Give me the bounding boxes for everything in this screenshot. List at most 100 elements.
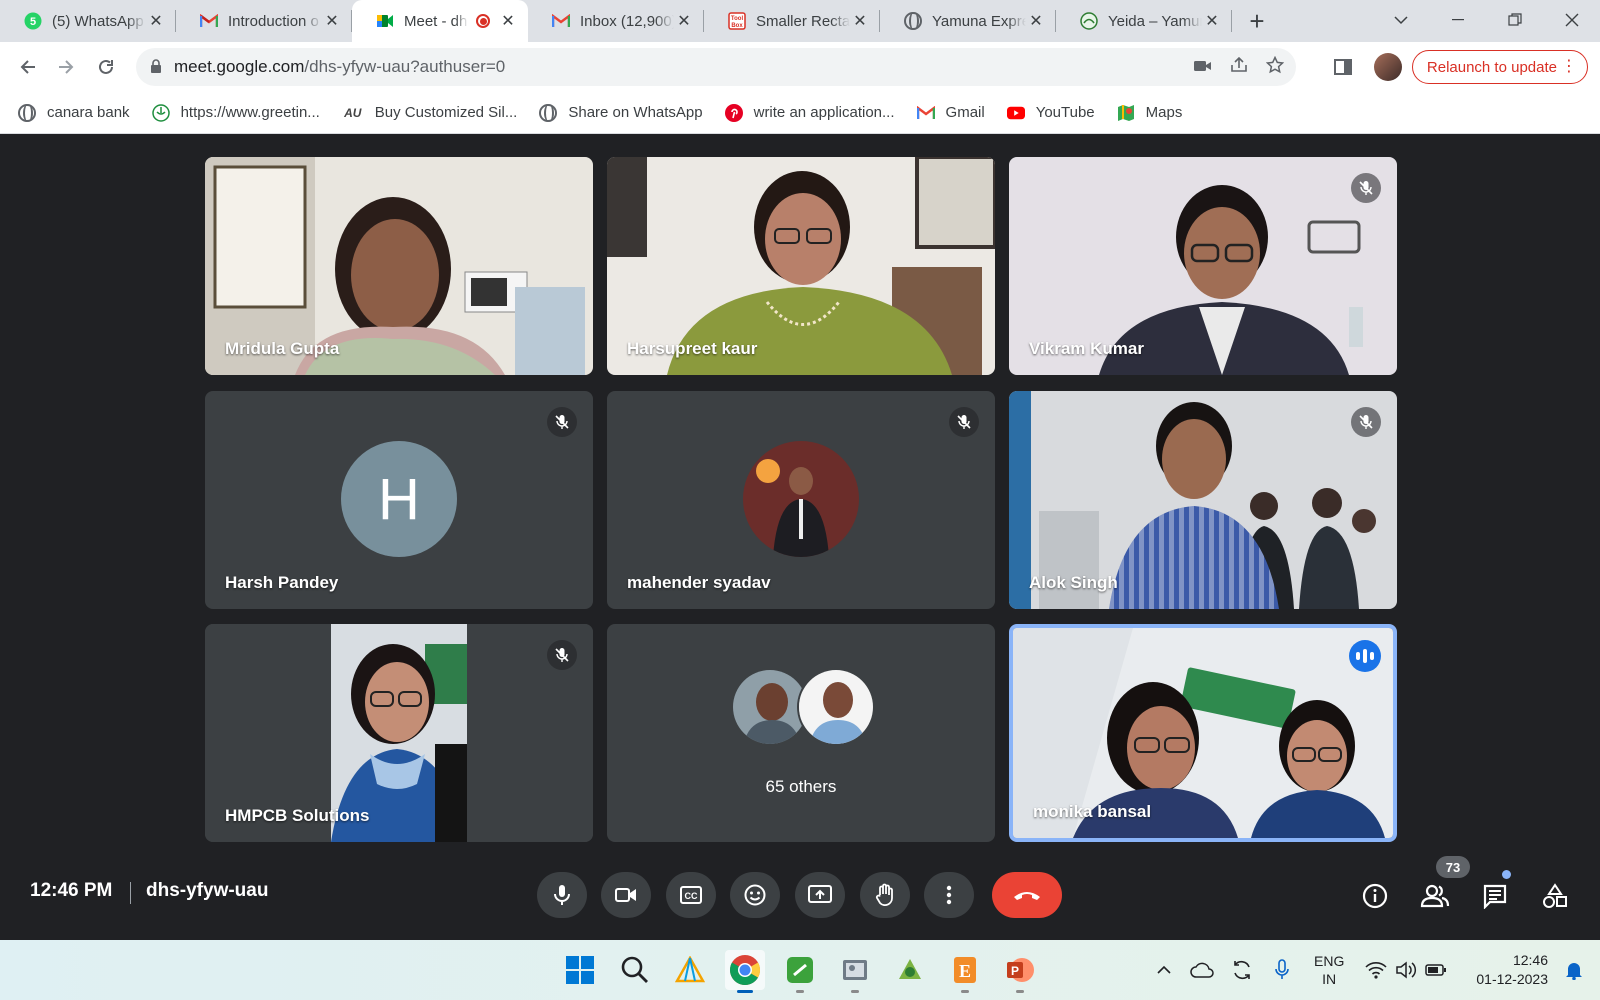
close-icon[interactable]: ✕ (498, 11, 518, 31)
speaker-icon (1396, 961, 1417, 979)
bell-icon (1566, 963, 1582, 980)
participant-tile-vikram-kumar[interactable]: Vikram Kumar (1009, 157, 1397, 375)
forward-button[interactable] (46, 47, 86, 87)
taskbar-search-button[interactable] (615, 950, 655, 990)
taskbar-chrome[interactable] (725, 950, 765, 993)
muted-mic-icon (547, 407, 577, 437)
bookmark-buy-customized[interactable]: AU Buy Customized Sil... (342, 104, 517, 122)
meeting-info-button[interactable] (1355, 876, 1395, 916)
chat-button[interactable] (1475, 876, 1515, 916)
gmail-icon (200, 12, 218, 30)
chevron-up-icon (1157, 965, 1171, 974)
reload-button[interactable] (86, 47, 126, 87)
restore-button[interactable] (1486, 0, 1543, 40)
svg-text:P: P (1011, 964, 1019, 978)
side-panel-icon[interactable] (1333, 59, 1352, 75)
taskbar-phone-app[interactable] (780, 950, 820, 993)
microphone-tray-icon[interactable] (1262, 950, 1302, 990)
sync-tray-icon[interactable] (1222, 950, 1262, 990)
present-screen-icon (808, 885, 832, 903)
microphone-button[interactable] (537, 872, 587, 918)
present-screen-button[interactable] (795, 872, 845, 918)
sync-icon (1234, 960, 1250, 980)
close-icon[interactable]: ✕ (322, 11, 342, 31)
muted-mic-icon (1351, 173, 1381, 203)
share-icon[interactable] (1230, 56, 1248, 78)
bookmark-gmail[interactable]: Gmail (916, 104, 985, 122)
bookmark-maps[interactable]: Maps (1117, 104, 1182, 122)
avatar-initial: H (341, 441, 457, 557)
bookmark-star-icon[interactable] (1265, 55, 1285, 79)
bookmark-share-whatsapp[interactable]: Share on WhatsApp (539, 103, 703, 122)
bookmark-label: Gmail (945, 104, 985, 121)
camera-in-use-icon[interactable] (1194, 57, 1212, 77)
tab-gmail-introduction[interactable]: Introduction o ✕ (176, 0, 352, 42)
tab-strip: 5 (5) WhatsApp ✕ Introduction o ✕ Meet -… (0, 0, 1600, 42)
onedrive-tray-icon[interactable] (1182, 950, 1222, 990)
minimize-button[interactable] (1429, 0, 1486, 40)
participant-tile-harsh-pandey[interactable]: H Harsh Pandey (205, 391, 593, 609)
tab-title: Yamuna Expre (932, 12, 1026, 30)
bookmark-write-application[interactable]: write an application... (724, 103, 895, 122)
more-menu-icon[interactable]: ⋮ (1561, 57, 1577, 77)
tab-google-meet[interactable]: Meet - dh ✕ (352, 0, 528, 42)
raise-hand-button[interactable] (860, 872, 910, 918)
svg-text:Box: Box (731, 23, 743, 29)
taskbar-app-drive[interactable] (670, 950, 710, 990)
system-clock[interactable]: 12:46 01-12-2023 (1466, 951, 1548, 989)
taskbar-photo-app[interactable] (835, 950, 875, 993)
camera-button[interactable] (601, 872, 651, 918)
activities-button[interactable] (1535, 876, 1575, 916)
profile-avatar[interactable] (1373, 53, 1402, 81)
captions-button[interactable]: CC (666, 872, 716, 918)
close-icon[interactable]: ✕ (674, 11, 694, 31)
close-icon[interactable]: ✕ (1026, 11, 1046, 31)
participant-tile-hmpcb-solutions[interactable]: HMPCB Solutions (205, 624, 593, 842)
participant-tile-mahender-syadav[interactable]: mahender syadav (607, 391, 995, 609)
close-icon[interactable]: ✕ (850, 11, 870, 31)
back-button[interactable] (8, 47, 48, 87)
people-button[interactable] (1415, 876, 1455, 916)
start-button[interactable] (560, 950, 600, 990)
new-tab-button[interactable]: + (1240, 4, 1274, 38)
relaunch-to-update-button[interactable]: Relaunch to update ⋮ (1411, 50, 1588, 84)
address-bar[interactable]: meet.google.com/dhs-yfyw-uau?authuser=0 (136, 48, 1296, 86)
tab-whatsapp[interactable]: 5 (5) WhatsApp ✕ (0, 0, 176, 42)
tab-smaller-rectangle[interactable]: Tool Box Smaller Rectan ✕ (704, 0, 880, 42)
tab-yamuna-expressway[interactable]: Yamuna Expre ✕ (880, 0, 1056, 42)
gmail-icon (916, 104, 935, 122)
participant-tile-mridula-gupta[interactable]: Mridula Gupta (205, 157, 593, 375)
participant-tile-monika-bansal[interactable]: monika bansal (1009, 624, 1397, 842)
close-icon[interactable]: ✕ (1202, 11, 1222, 31)
wifi-icon (1365, 962, 1387, 979)
pinterest-icon (724, 103, 743, 122)
others-tile[interactable]: 65 others (607, 624, 995, 842)
more-options-button[interactable] (924, 872, 974, 918)
lock-icon[interactable] (150, 58, 162, 76)
info-icon (1362, 883, 1388, 909)
bookmark-canara-bank[interactable]: canara bank (18, 103, 130, 122)
participant-tile-harsupreet-kaur[interactable]: Harsupreet kaur (607, 157, 995, 375)
battery-tray-icon[interactable] (1416, 950, 1456, 990)
reactions-button[interactable] (730, 872, 780, 918)
tab-yeida[interactable]: Yeida – Yamun ✕ (1056, 0, 1232, 42)
input-language-indicator[interactable]: ENG IN (1314, 952, 1344, 988)
taskbar-e-app[interactable]: E (945, 950, 985, 993)
powerpoint-icon: P (1007, 958, 1034, 982)
bookmark-greetings[interactable]: https://www.greetin... (151, 103, 320, 122)
taskbar-app-misc[interactable] (890, 950, 930, 990)
tab-search-icon[interactable] (1372, 0, 1429, 40)
bookmark-youtube[interactable]: YouTube (1006, 104, 1095, 122)
participant-name: HMPCB Solutions (225, 806, 370, 825)
tab-gmail-inbox[interactable]: Inbox (12,900) ✕ (528, 0, 704, 42)
participant-tile-alok-singh[interactable]: Alok Singh (1009, 391, 1397, 609)
browser-toolbar: meet.google.com/dhs-yfyw-uau?authuser=0 … (0, 42, 1600, 92)
show-hidden-icons-button[interactable] (1144, 950, 1184, 990)
more-vert-icon (946, 885, 952, 905)
leave-call-button[interactable] (992, 872, 1062, 918)
notifications-button[interactable] (1554, 950, 1594, 990)
close-window-button[interactable] (1543, 0, 1600, 40)
taskbar-powerpoint[interactable]: P (1000, 950, 1040, 993)
close-icon[interactable]: ✕ (146, 11, 166, 31)
emoji-icon (744, 884, 766, 906)
